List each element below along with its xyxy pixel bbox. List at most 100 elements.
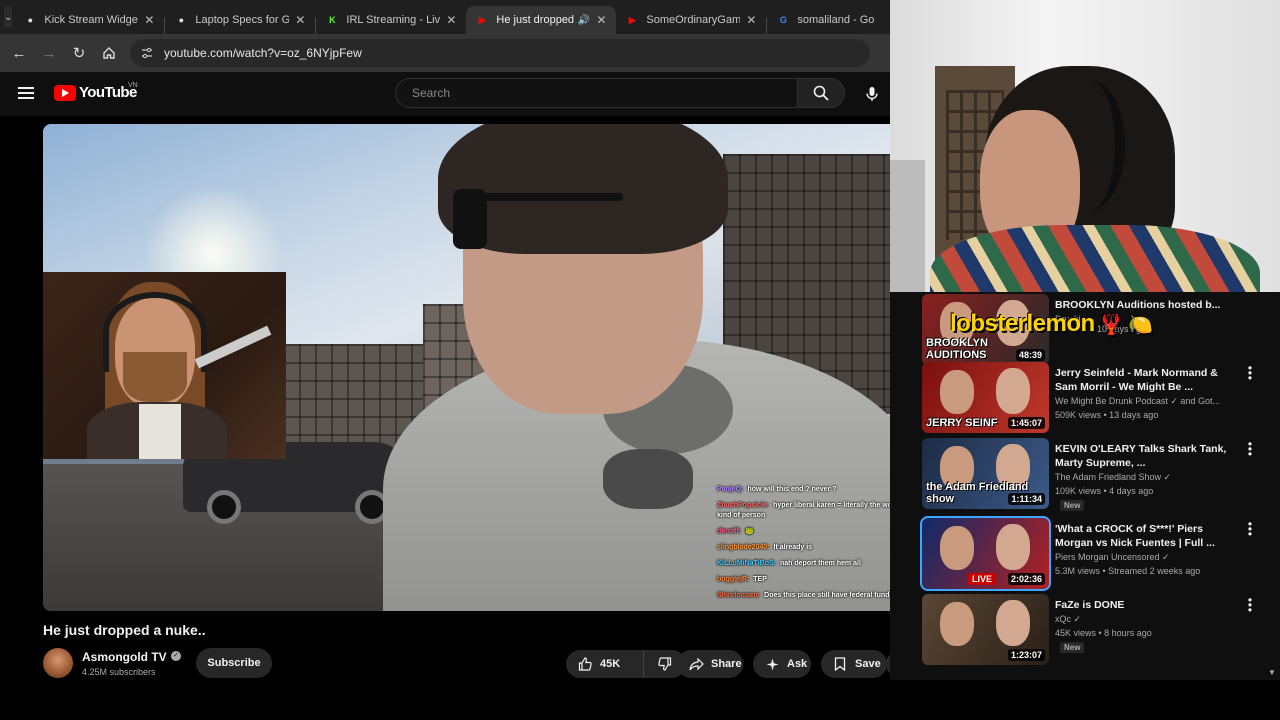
close-tab-icon[interactable]: ✕ — [144, 13, 154, 27]
ask-button[interactable]: Ask — [753, 650, 811, 678]
bookmark-icon — [831, 657, 849, 671]
close-tab-icon[interactable]: ✕ — [596, 13, 606, 27]
chat-text: Does this place still have federal fundi… — [764, 592, 890, 599]
chat-message: slingblade2040: It already is — [713, 540, 890, 556]
more-options-icon[interactable]: • • • — [1246, 518, 1254, 540]
site-settings-icon[interactable] — [140, 46, 154, 60]
close-tab-icon[interactable]: ✕ — [746, 13, 756, 27]
chat-username: dkrolff: — [717, 528, 742, 535]
channel-avatar[interactable] — [43, 648, 73, 678]
more-options-icon[interactable]: • • • — [1246, 438, 1254, 460]
chat-username: slingblade2040: — [717, 544, 770, 551]
browser-tab[interactable]: K IRL Streaming - Live ✕ — [316, 6, 466, 34]
recommendation-sidebar: BROOKLYN AUDITIONS 48:39 BROOKLYN Audition… — [890, 292, 1280, 680]
browser-tab[interactable]: ● Laptop Specs for Gri ✕ — [165, 6, 315, 34]
more-options-icon[interactable]: • • • — [1246, 362, 1254, 384]
browser-tab[interactable]: ● Kick Stream Widgets ✕ — [14, 6, 164, 34]
more-options-icon[interactable]: • • • — [1246, 594, 1254, 616]
browser-tab[interactable]: ▶ He just dropped 🔊 ✕ — [466, 6, 617, 34]
search-button[interactable] — [797, 78, 845, 108]
tab-title: SomeOrdinaryGame — [646, 14, 741, 26]
browser-tab[interactable]: ▶ SomeOrdinaryGame ✕ — [616, 6, 766, 34]
chat-username: Shindomaru: — [717, 592, 761, 599]
video-duration: 48:39 — [1015, 349, 1045, 361]
country-code: VN — [128, 82, 138, 89]
streamer-name: lobsterlemon — [950, 310, 1095, 337]
recommendation-channel[interactable]: The Adam Friedland Show ✓ — [1055, 472, 1171, 483]
video-thumbnail[interactable]: JERRY SEINF 1:45:07 — [922, 362, 1049, 433]
address-bar[interactable]: youtube.com/watch?v=oz_6NYjpFew — [130, 39, 870, 67]
github-icon: ● — [27, 15, 34, 25]
search-input[interactable]: Search — [395, 78, 798, 108]
channel-name[interactable]: Asmongold TV — [82, 650, 167, 664]
url-text: youtube.com/watch?v=oz_6NYjpFew — [164, 46, 362, 60]
browser-tab-strip: ⌄ ● Kick Stream Widgets ✕ ● Laptop Specs for… — [0, 0, 907, 34]
share-button[interactable]: Share — [677, 650, 743, 678]
stream-chat-overlay: PanjeQ: how will this end ? never ? ZhuchP… — [713, 482, 890, 604]
thumbs-down-icon — [658, 657, 672, 671]
youtube-icon: ▶ — [628, 14, 636, 25]
tab-search-chevron-icon[interactable]: ⌄ — [4, 6, 13, 28]
speaker-icon[interactable]: 🔊 — [578, 15, 590, 26]
chat-message: Shindomaru: Does this place still have fe… — [713, 588, 890, 604]
tab-title: Laptop Specs for Gri — [195, 14, 290, 26]
close-tab-icon[interactable]: ✕ — [446, 13, 456, 27]
share-label: Share — [711, 658, 742, 670]
ask-label: Ask — [787, 658, 808, 670]
tab-title: Kick Stream Widgets — [44, 14, 139, 26]
video-player[interactable]: PanjeQ: how will this end ? never ? ZhuchP… — [43, 124, 890, 611]
subscribe-button[interactable]: Subscribe — [196, 648, 272, 678]
recommendation-channel[interactable]: We Might Be Drunk Podcast ✓ and Got... — [1055, 396, 1220, 407]
recommendation-item[interactable]: the Adam Friedland show 1:11:34 KEVIN O'LE… — [922, 438, 1262, 511]
recommendation-item[interactable]: JERRY SEINF 1:45:07 Jerry Seinfeld - Mark … — [922, 362, 1262, 434]
recommendation-meta: 509K views • 13 days ago — [1055, 410, 1159, 420]
thumbs-up-icon — [576, 657, 594, 671]
recommendation-title[interactable]: KEVIN O'LEARY Talks Shark Tank, Marty Su… — [1055, 442, 1235, 470]
youtube-logo[interactable]: YouTube VN — [54, 82, 138, 101]
video-duration: 1:11:34 — [1008, 493, 1045, 505]
save-button[interactable]: Save — [821, 650, 887, 678]
share-arrow-icon — [687, 657, 705, 671]
video-duration: 1:45:07 — [1007, 417, 1045, 429]
new-badge: New — [1060, 642, 1085, 653]
forward-arrow-icon[interactable]: → — [34, 38, 64, 68]
like-dislike-group: 45K — [566, 650, 686, 678]
chat-text: It already is — [773, 544, 813, 551]
recommendation-title[interactable]: Jerry Seinfeld - Mark Normand & Sam Morr… — [1055, 366, 1235, 394]
browser-toolbar: ← → ↻ youtube.com/watch?v=oz_6NYjpFew — [0, 34, 890, 72]
scroll-down-arrow-icon[interactable]: ▼ — [1268, 668, 1276, 677]
recommendation-channel[interactable]: xQc ✓ — [1055, 614, 1081, 625]
recommendation-item[interactable]: 1:23:07 FaZe is DONE xQc ✓ 45K views • 8 ho… — [922, 594, 1262, 666]
back-arrow-icon[interactable]: ← — [4, 38, 34, 68]
reload-icon[interactable]: ↻ — [64, 38, 94, 68]
recommendation-item[interactable]: LIVE 2:02:36 'What a CROCK of S***!' Piers… — [920, 516, 1262, 591]
video-thumbnail[interactable]: the Adam Friedland show 1:11:34 — [922, 438, 1049, 509]
chat-text: TEP — [753, 576, 767, 583]
tab-title: somaliland - Go — [797, 14, 875, 26]
screen: ⌄ ● Kick Stream Widgets ✕ ● Laptop Specs for… — [0, 0, 1280, 720]
voice-search-button[interactable] — [858, 80, 886, 108]
recommendation-meta: 109K views • 4 days ago — [1055, 486, 1154, 496]
verified-check-icon: ✓ — [171, 651, 181, 661]
google-icon: G — [779, 15, 787, 25]
recommendation-title[interactable]: 'What a CROCK of S***!' Piers Morgan vs … — [1055, 522, 1235, 550]
chat-message: KiLLuMiNaTiBoS: nah deport them hem all — [713, 556, 890, 572]
search-placeholder: Search — [412, 86, 451, 100]
recommendation-meta: 5.3M views • Streamed 2 weeks ago — [1055, 566, 1201, 576]
recommendation-meta: 45K views • 8 hours ago — [1055, 628, 1152, 638]
close-tab-icon[interactable]: ✕ — [295, 13, 305, 27]
lavalier-mic-windscreen — [603, 449, 693, 509]
shelf — [890, 160, 925, 292]
menu-icon[interactable] — [18, 87, 34, 99]
youtube-play-icon — [54, 84, 76, 101]
like-button[interactable]: 45K — [566, 650, 644, 678]
recommendation-title[interactable]: FaZe is DONE — [1055, 598, 1235, 612]
tab-title: He just dropped — [496, 14, 574, 26]
home-icon[interactable] — [94, 38, 124, 68]
video-thumbnail[interactable]: 1:23:07 — [922, 594, 1049, 665]
recommendation-channel[interactable]: Piers Morgan Uncensored ✓ — [1055, 552, 1170, 563]
subscriber-count: 4.25M subscribers — [82, 667, 156, 677]
chat-message: ZhuchPopsicle: hyper liberal karen = lite… — [713, 498, 890, 524]
video-thumbnail[interactable]: LIVE 2:02:36 — [920, 516, 1051, 591]
youtube-icon: ▶ — [478, 14, 486, 25]
